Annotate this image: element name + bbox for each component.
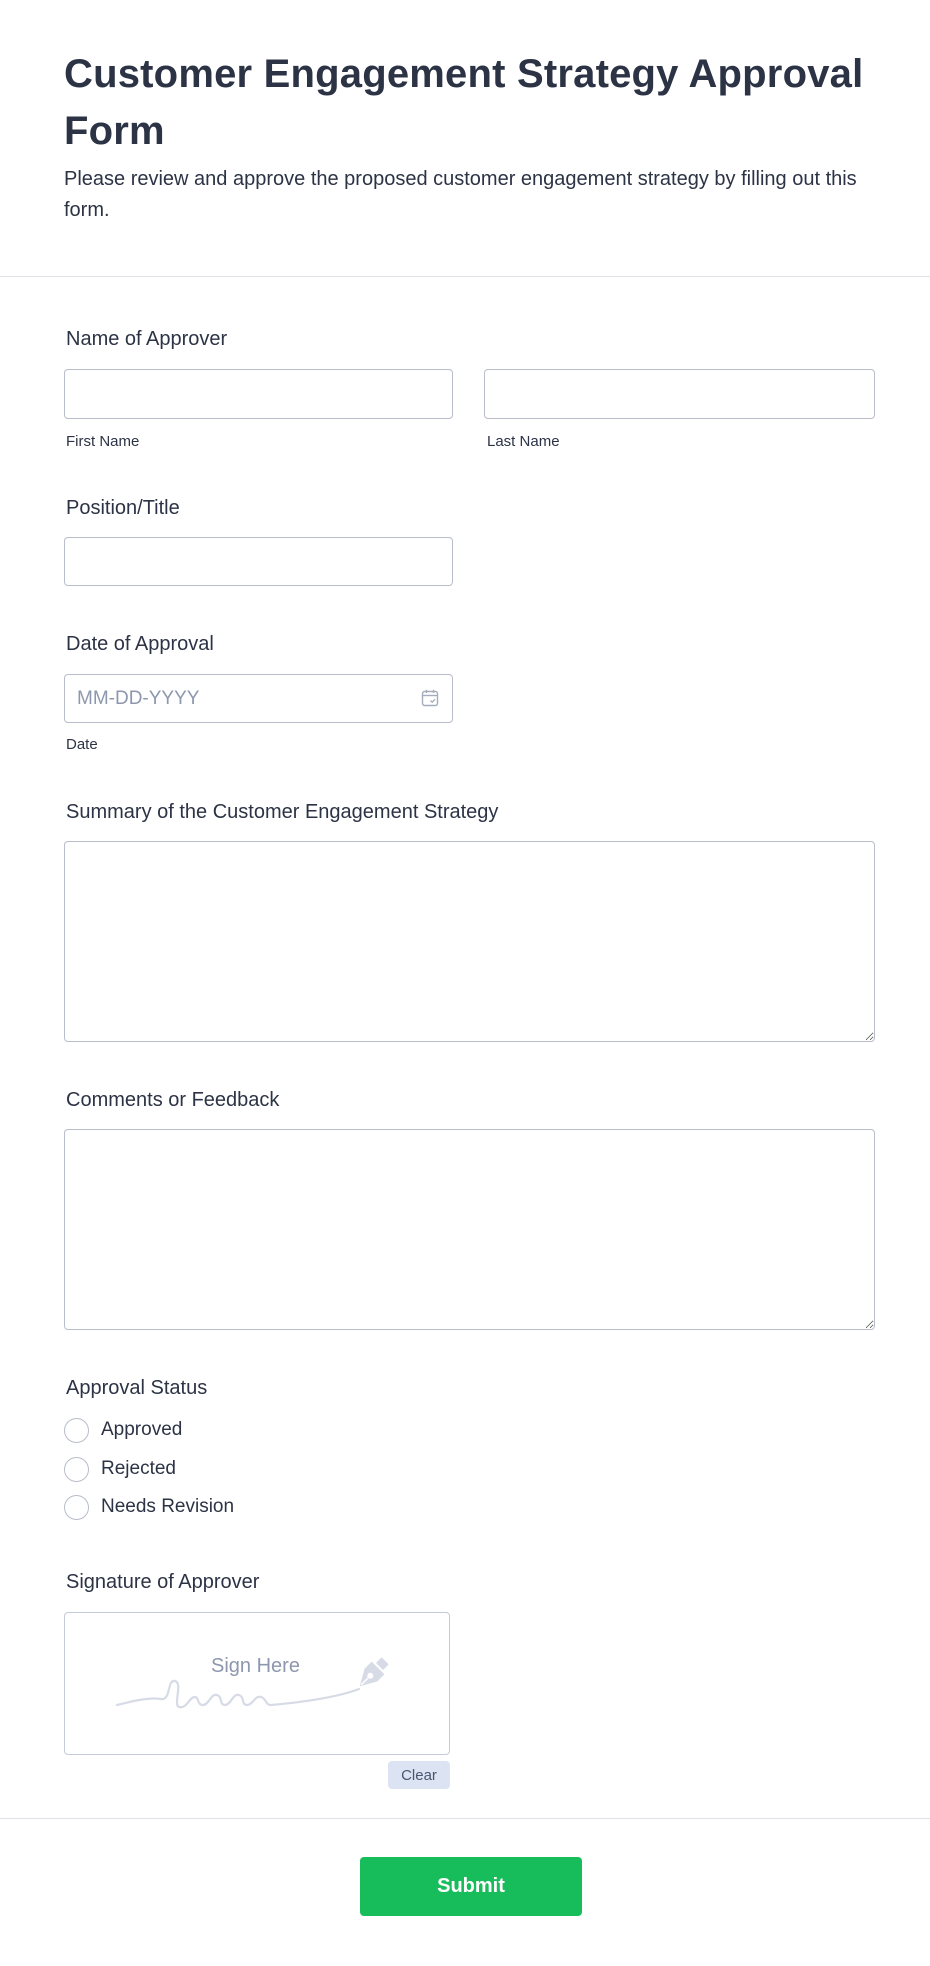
radio-button[interactable] xyxy=(64,1417,89,1443)
footer-divider xyxy=(0,1818,930,1819)
pen-nib-icon xyxy=(359,1657,389,1687)
radio-button[interactable] xyxy=(64,1494,89,1520)
calendar-icon[interactable] xyxy=(421,689,439,707)
clear-signature-button[interactable]: Clear xyxy=(388,1761,450,1789)
date-label: Date of Approval xyxy=(66,633,214,655)
first-name-input[interactable] xyxy=(64,369,453,419)
date-input[interactable] xyxy=(64,674,453,723)
radio-label: Needs Revision xyxy=(101,1496,235,1517)
approval-status-label: Approval Status xyxy=(66,1377,208,1399)
radio-label: Approved xyxy=(101,1419,183,1440)
form-description: Please review and approve the proposed c… xyxy=(64,168,857,221)
form-header: Customer Engagement Strategy Approval Fo… xyxy=(0,0,930,277)
first-name-sublabel: First Name xyxy=(66,433,140,450)
approver-name-label: Name of Approver xyxy=(66,328,228,350)
signature-pad[interactable]: Sign Here xyxy=(64,1612,450,1755)
signature-label: Signature of Approver xyxy=(66,1571,260,1593)
radio-button[interactable] xyxy=(64,1456,89,1482)
form-title: Customer Engagement Strategy Approval Fo… xyxy=(64,52,864,153)
radio-option-approved[interactable]: Approved xyxy=(64,1416,182,1444)
radio-option-needs-revision[interactable]: Needs Revision xyxy=(64,1493,234,1521)
comments-textarea[interactable] xyxy=(64,1129,875,1330)
position-input[interactable] xyxy=(64,537,453,586)
summary-textarea[interactable] xyxy=(64,841,875,1042)
date-field xyxy=(64,674,453,723)
radio-label: Rejected xyxy=(101,1458,176,1479)
last-name-input[interactable] xyxy=(484,369,875,419)
summary-label: Summary of the Customer Engagement Strat… xyxy=(66,801,499,823)
signature-placeholder: Sign Here xyxy=(211,1655,300,1677)
last-name-sublabel: Last Name xyxy=(487,433,560,450)
radio-option-rejected[interactable]: Rejected xyxy=(64,1455,176,1483)
position-label: Position/Title xyxy=(66,497,180,519)
date-sublabel: Date xyxy=(66,736,98,753)
submit-button[interactable]: Submit xyxy=(360,1857,582,1916)
comments-label: Comments or Feedback xyxy=(66,1089,280,1111)
